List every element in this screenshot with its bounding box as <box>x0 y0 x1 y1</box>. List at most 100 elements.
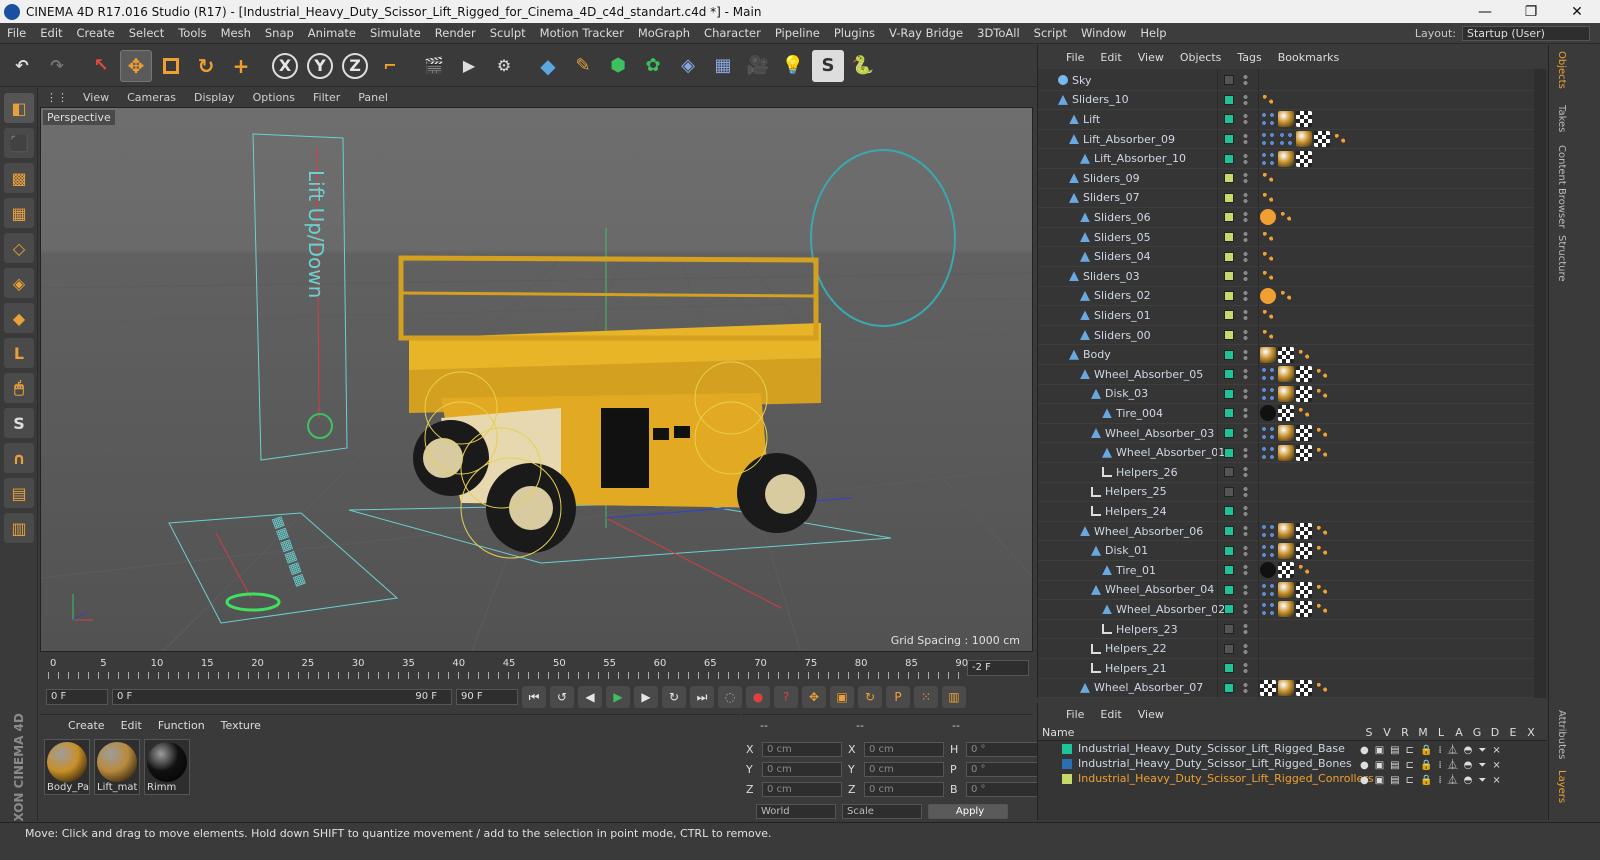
coord-mode-dropdown[interactable]: World <box>756 803 836 819</box>
visibility-dots[interactable] <box>1243 368 1248 381</box>
next-frame-icon[interactable]: ▶ <box>634 686 658 708</box>
visibility-dots[interactable] <box>1243 681 1248 694</box>
visibility-dots[interactable] <box>1243 231 1248 244</box>
model-mode-icon[interactable]: ⬛ <box>4 128 34 158</box>
visibility-dots[interactable] <box>1243 250 1248 263</box>
menu-v-ray-bridge[interactable]: V-Ray Bridge <box>882 26 970 40</box>
start-frame-field[interactable]: 0 F <box>46 689 108 705</box>
minimize-button[interactable]: — <box>1462 4 1508 20</box>
rotate-tool[interactable]: ↻ <box>190 50 222 82</box>
menu-edit[interactable]: Edit <box>33 26 69 40</box>
object-row[interactable]: Helpers_26 <box>1038 463 1535 483</box>
visibility-dots[interactable] <box>1243 505 1248 518</box>
object-row[interactable]: Wheel_Absorber_04 <box>1038 581 1535 601</box>
visibility-dots[interactable] <box>1243 427 1248 440</box>
layer-flag-icons[interactable]: ●▣▤⊏🔒⁞⏅◓⏷⨯ <box>1360 771 1507 786</box>
next-key-icon[interactable]: ↻ <box>662 686 686 708</box>
python-button[interactable]: 🐍 <box>847 50 879 82</box>
material-menu-create[interactable]: Create <box>60 719 113 732</box>
object-row[interactable]: Helpers_23 <box>1038 620 1535 640</box>
coord-size-field[interactable]: 0 cm <box>864 781 944 797</box>
object-row[interactable]: Sliders_00 <box>1038 326 1535 346</box>
viewport-menu-filter[interactable]: Filter <box>304 91 349 104</box>
object-row[interactable]: Sliders_05 <box>1038 228 1535 248</box>
visibility-dots[interactable] <box>1243 93 1248 106</box>
layer-row[interactable]: Industrial_Heavy_Duty_Scissor_Lift_Rigge… <box>1038 756 1547 771</box>
layer-row[interactable]: Industrial_Heavy_Duty_Scissor_Lift_Rigge… <box>1038 771 1547 786</box>
visibility-dots[interactable] <box>1243 172 1248 185</box>
object-row[interactable]: Tire_01 <box>1038 561 1535 581</box>
scale-tool[interactable] <box>155 50 187 82</box>
apply-button[interactable]: Apply <box>928 803 1008 819</box>
coord-position-field[interactable]: 0 cm <box>762 781 842 797</box>
record-icon[interactable]: ● <box>746 686 770 708</box>
coord-rotation-field[interactable]: 0 ° <box>966 781 1046 797</box>
object-row[interactable]: Sliders_04 <box>1038 247 1535 267</box>
menu-motion-tracker[interactable]: Motion Tracker <box>533 26 631 40</box>
coord-rotation-field[interactable]: 0 ° <box>966 741 1046 757</box>
move-tool[interactable]: ✥ <box>120 49 152 82</box>
prev-key-icon[interactable]: ↺ <box>550 686 574 708</box>
menu-snap[interactable]: Snap <box>258 26 301 40</box>
visibility-dots[interactable] <box>1243 387 1248 400</box>
menu-mograph[interactable]: MoGraph <box>631 26 697 40</box>
material-swatch[interactable]: Body_Pa <box>44 739 90 795</box>
coord-position-field[interactable]: 0 cm <box>762 761 842 777</box>
light-button[interactable]: 💡 <box>777 50 809 82</box>
object-row[interactable]: Disk_01 <box>1038 541 1535 561</box>
layer-menu-edit[interactable]: Edit <box>1092 708 1129 721</box>
menu-3dtoall[interactable]: 3DToAll <box>970 26 1027 40</box>
menu-window[interactable]: Window <box>1074 26 1133 40</box>
menu-plugins[interactable]: Plugins <box>827 26 882 40</box>
viewport-menu-panel[interactable]: Panel <box>349 91 397 104</box>
object-row[interactable]: Wheel_Absorber_06 <box>1038 522 1535 542</box>
visibility-dots[interactable] <box>1243 329 1248 342</box>
object-manager-scrollbar[interactable] <box>1534 69 1546 698</box>
menu-script[interactable]: Script <box>1027 26 1074 40</box>
object-row[interactable]: Lift <box>1038 110 1535 130</box>
viewport-menu-options[interactable]: Options <box>244 91 304 104</box>
object-row[interactable]: Sliders_03 <box>1038 267 1535 287</box>
menu-animate[interactable]: Animate <box>301 26 363 40</box>
visibility-dots[interactable] <box>1243 446 1248 459</box>
redo-button[interactable]: ↷ <box>41 50 73 82</box>
material-swatch[interactable]: Lift_mat <box>94 739 140 795</box>
cube-object-button[interactable]: ◆ <box>532 50 564 82</box>
viewport-perspective[interactable]: ▦▦▦▦▦▦ Lift Up/Down Perspective Grid Spa… <box>40 107 1033 652</box>
object-row[interactable]: Helpers_21 <box>1038 659 1535 679</box>
coord-rotation-field[interactable]: 0 ° <box>966 761 1046 777</box>
visibility-dots[interactable] <box>1243 152 1248 165</box>
menu-select[interactable]: Select <box>122 26 171 40</box>
right-tab-attributes[interactable]: Attributes <box>1551 710 1567 759</box>
right-tab-content-browser[interactable]: Content Browser <box>1551 145 1567 228</box>
right-tab-structure[interactable]: Structure <box>1551 235 1567 282</box>
object-row[interactable]: Wheel_Absorber_02 <box>1038 600 1535 620</box>
object-row[interactable]: Wheel_Absorber_07 <box>1038 679 1535 699</box>
prev-frame-icon[interactable]: ◀ <box>578 686 602 708</box>
material-menu-edit[interactable]: Edit <box>113 719 150 732</box>
close-button[interactable]: ✕ <box>1554 4 1600 20</box>
layout-dropdown[interactable]: Startup (User) <box>1462 25 1590 41</box>
goto-start-icon[interactable]: ⏮ <box>522 686 546 708</box>
render-settings-button[interactable]: ⚙ <box>488 50 520 82</box>
object-row[interactable]: Sliders_10 <box>1038 91 1535 111</box>
visibility-dots[interactable] <box>1243 544 1248 557</box>
object-menu-file[interactable]: File <box>1058 51 1092 64</box>
object-row[interactable]: Sliders_09 <box>1038 169 1535 189</box>
magnet-icon[interactable]: ∩ <box>4 443 34 473</box>
visibility-dots[interactable] <box>1243 623 1248 636</box>
visibility-dots[interactable] <box>1243 525 1248 538</box>
visibility-dots[interactable] <box>1243 662 1248 675</box>
axis-mode-icon[interactable]: L <box>4 338 34 368</box>
visibility-dots[interactable] <box>1243 289 1248 302</box>
object-row[interactable]: Sliders_06 <box>1038 208 1535 228</box>
render-view-button[interactable]: 🎬 <box>418 50 450 82</box>
object-menu-view[interactable]: View <box>1130 51 1172 64</box>
timeline-layout-icon[interactable]: ▥ <box>942 686 966 708</box>
sculpt-layers-icon[interactable]: ▥ <box>4 513 34 543</box>
frame-range-slider[interactable]: 0 F 90 F <box>112 689 452 705</box>
visibility-dots[interactable] <box>1243 74 1248 87</box>
menu-pipeline[interactable]: Pipeline <box>768 26 827 40</box>
material-swatch[interactable]: Rimm <box>144 739 190 795</box>
menu-sculpt[interactable]: Sculpt <box>483 26 533 40</box>
